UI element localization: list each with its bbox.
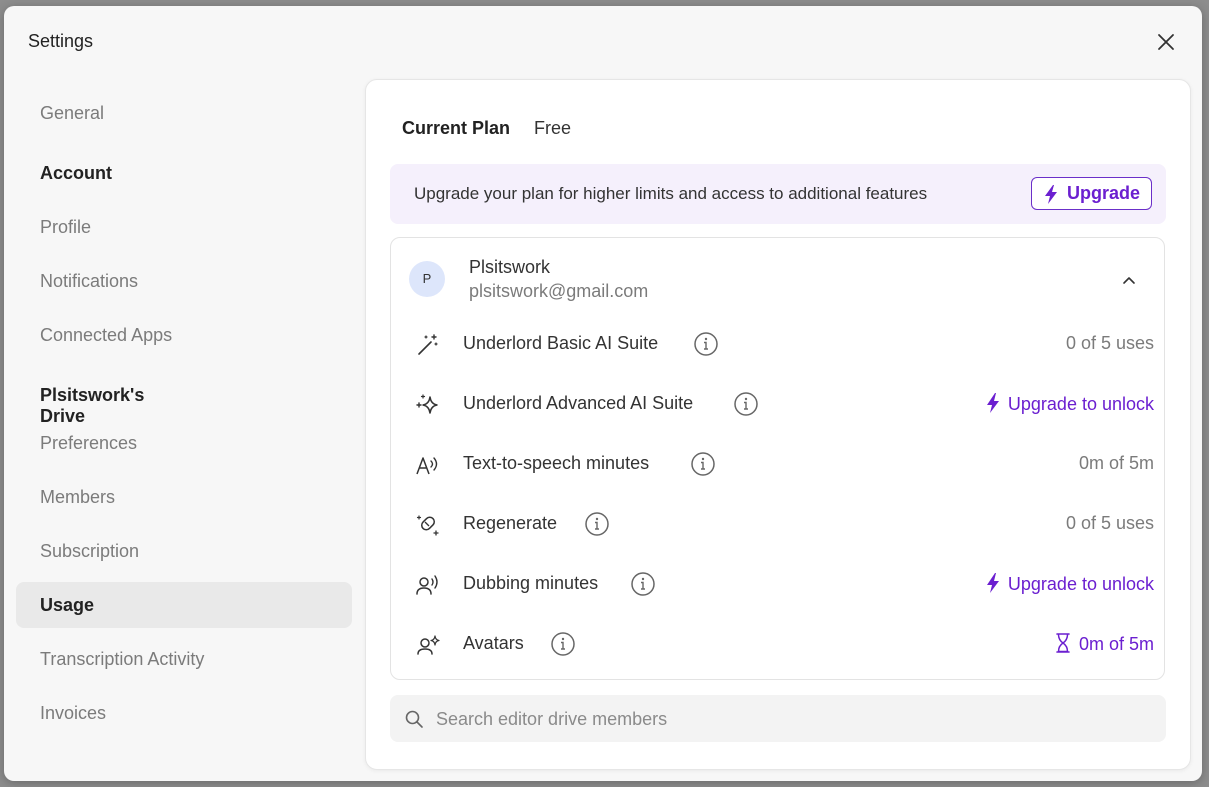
usage-label: Underlord Basic AI Suite [463,333,659,353]
settings-modal: Settings General Account Profile Notific… [4,6,1202,781]
lightning-icon [986,573,999,593]
member-search [390,695,1166,742]
info-icon[interactable] [584,511,610,537]
sidebar-item-notifications[interactable]: Notifications [16,258,352,304]
usage-panel: Current Plan Free Upgrade your plan for … [365,79,1191,770]
info-icon[interactable] [733,391,759,417]
sidebar-item-general[interactable]: General [16,90,352,136]
close-button[interactable] [1154,30,1178,54]
upgrade-to-unlock-link[interactable]: Upgrade to unlock [986,573,1154,595]
upgrade-banner: Upgrade your plan for higher limits and … [390,164,1166,224]
usage-row-basic-ai: Underlord Basic AI Suite 0 of 5 uses [391,315,1166,375]
lightning-icon [1045,185,1057,204]
close-icon [1158,34,1174,50]
sidebar-item-connected-apps[interactable]: Connected Apps [16,312,352,358]
usage-label: Regenerate [463,513,558,533]
upgrade-button[interactable]: Upgrade [1031,177,1152,210]
current-plan-label: Current Plan [402,118,511,138]
info-icon[interactable] [630,571,656,597]
lightning-icon [986,393,999,413]
usage-value: 0 of 5 uses [1065,333,1154,353]
usage-row-avatars: Avatars 0m of 5m [391,615,1166,675]
usage-label: Dubbing minutes [463,573,599,593]
sidebar-item-preferences[interactable]: Preferences [16,420,352,466]
search-icon [405,710,423,728]
current-plan-value: Free [534,118,572,138]
info-icon[interactable] [693,331,719,357]
member-usage-card: P Plsitswork plsitswork@gmail.com Underl… [390,237,1165,680]
upgrade-banner-text: Upgrade your plan for higher limits and … [414,184,928,203]
info-icon[interactable] [690,451,716,477]
user-name: Plsitswork [469,257,551,277]
usage-row-text-to-speech: Text-to-speech minutes 0m of 5m [391,435,1166,495]
usage-row-regenerate: Regenerate 0 of 5 uses [391,495,1166,555]
text-to-speech-icon [416,457,438,475]
usage-label: Text-to-speech minutes [463,453,650,473]
usage-value: 0m of 5m [1078,634,1154,654]
usage-label: Underlord Advanced AI Suite [463,393,694,413]
upgrade-to-unlock-label: Upgrade to unlock [1007,574,1154,594]
modal-title: Settings [28,31,94,51]
usage-value: 0m of 5m [1078,453,1154,473]
usage-row-dubbing: Dubbing minutes Upgrade to unlock [391,555,1166,615]
sidebar-item-subscription[interactable]: Subscription [16,528,352,574]
sidebar-item-members[interactable]: Members [16,474,352,520]
usage-row-advanced-ai: Underlord Advanced AI Suite Upgrade to u… [391,375,1166,435]
sidebar-heading-account: Account [40,163,112,183]
sidebar-item-profile[interactable]: Profile [16,204,352,250]
collapse-button[interactable] [1117,268,1141,292]
search-input[interactable] [434,703,1138,735]
hourglass-icon [1056,633,1070,653]
sidebar-item-invoices[interactable]: Invoices [16,690,352,736]
avatar-sparkle-icon [417,635,440,655]
upgrade-to-unlock-link[interactable]: Upgrade to unlock [986,393,1154,415]
magic-wand-icon [418,334,438,355]
sparkles-icon [416,394,438,414]
chevron-up-icon [1123,277,1135,284]
sidebar-item-usage[interactable]: Usage [16,582,352,628]
usage-value-avatars: 0m of 5m [1055,633,1154,655]
user-email: plsitswork@gmail.com [469,281,649,301]
avatar: P [409,261,445,297]
usage-value: 0 of 5 uses [1065,513,1154,533]
upgrade-button-label: Upgrade [1067,183,1141,203]
usage-label: Avatars [463,633,524,653]
regenerate-icon [416,515,439,536]
upgrade-to-unlock-label: Upgrade to unlock [1007,394,1154,414]
sidebar-item-transcription-activity[interactable]: Transcription Activity [16,636,352,682]
dubbing-icon [416,575,438,595]
info-icon[interactable] [550,631,576,657]
